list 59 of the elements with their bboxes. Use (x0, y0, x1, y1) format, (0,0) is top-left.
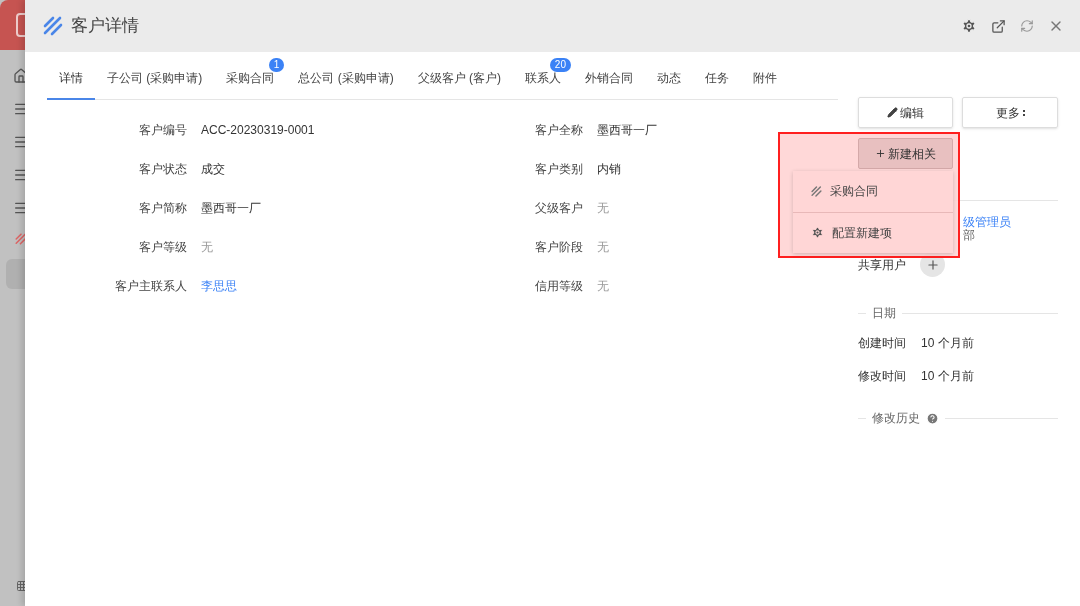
settings-icon (811, 226, 824, 240)
help-icon[interactable] (926, 411, 939, 425)
pencil-icon (887, 107, 898, 118)
menu-item[interactable]: 采购合同 (793, 171, 953, 212)
date-label: 创建时间 (858, 335, 907, 352)
field-label: 客户状态 (138, 161, 187, 178)
tab[interactable]: 附件 (741, 56, 789, 100)
settings-icon[interactable] (961, 18, 977, 34)
date-label: 修改时间 (858, 368, 907, 385)
field-value: 无 (596, 239, 609, 256)
tab[interactable]: 子公司 (采购申请) (95, 56, 215, 100)
field-value: 成交 (201, 161, 225, 178)
count-badge: 1 (268, 58, 285, 72)
section-title: 修改历史 (872, 410, 920, 427)
field-label: 客户简称 (138, 200, 187, 217)
menu-item[interactable]: 配置新建项 (793, 211, 953, 253)
count-badge: 20 (549, 58, 571, 72)
field-value: ACC-20230319-0001 (201, 122, 315, 139)
field-value[interactable]: 李思思 (201, 277, 237, 295)
date-value: 10 个月前 (921, 335, 974, 352)
field-value: 墨西哥一厂 (596, 122, 657, 139)
field-value: 无 (596, 200, 609, 217)
field-label: 客户全称 (533, 122, 583, 139)
stripes-icon (811, 185, 822, 197)
tab[interactable]: 总公司 (采购申请) (286, 56, 406, 100)
tab[interactable]: 详情 (47, 56, 95, 100)
field-label: 客户阶段 (533, 239, 583, 256)
new-related-button[interactable]: 新建相关 (858, 138, 953, 169)
field-value: 无 (596, 278, 609, 295)
field-label: 客户编号 (138, 122, 187, 139)
field-label: 客户类别 (533, 161, 583, 178)
window-title: 客户详情 (71, 15, 139, 38)
external-link-icon[interactable] (991, 18, 1006, 34)
date-value: 10 个月前 (921, 368, 974, 385)
field-value: 墨西哥一厂 (201, 200, 261, 217)
stripes-icon (15, 233, 27, 245)
tab[interactable]: 任务 (693, 56, 741, 100)
section-title: 日期 (872, 305, 896, 322)
field-value: 无 (201, 239, 213, 256)
tab[interactable]: 动态 (645, 56, 693, 100)
more-button[interactable]: 更多 (962, 97, 1058, 128)
tab[interactable]: 父级客户 (客户) (405, 56, 513, 100)
field-value: 内销 (596, 161, 621, 178)
field-label: 信用等级 (533, 278, 583, 295)
tab[interactable]: 联系人 20 (513, 56, 573, 100)
stripes-icon (43, 16, 63, 36)
field-label: 客户主联系人 (114, 278, 187, 295)
owner-name[interactable]: 级管理员 (963, 216, 1011, 229)
field-label: 客户等级 (138, 239, 187, 256)
more-dots-icon (1022, 109, 1025, 116)
tab[interactable]: 采购合同 1 (214, 56, 287, 100)
shared-users-label: 共享用户 (858, 256, 906, 274)
plus-icon (875, 148, 886, 159)
grid-icon[interactable] (16, 580, 28, 592)
owner-department: 部 (963, 229, 975, 242)
edit-button[interactable]: 编辑 (858, 97, 953, 128)
tab[interactable]: 外销合同 (573, 56, 645, 100)
plus-icon (925, 257, 940, 272)
field-label: 父级客户 (533, 200, 583, 217)
